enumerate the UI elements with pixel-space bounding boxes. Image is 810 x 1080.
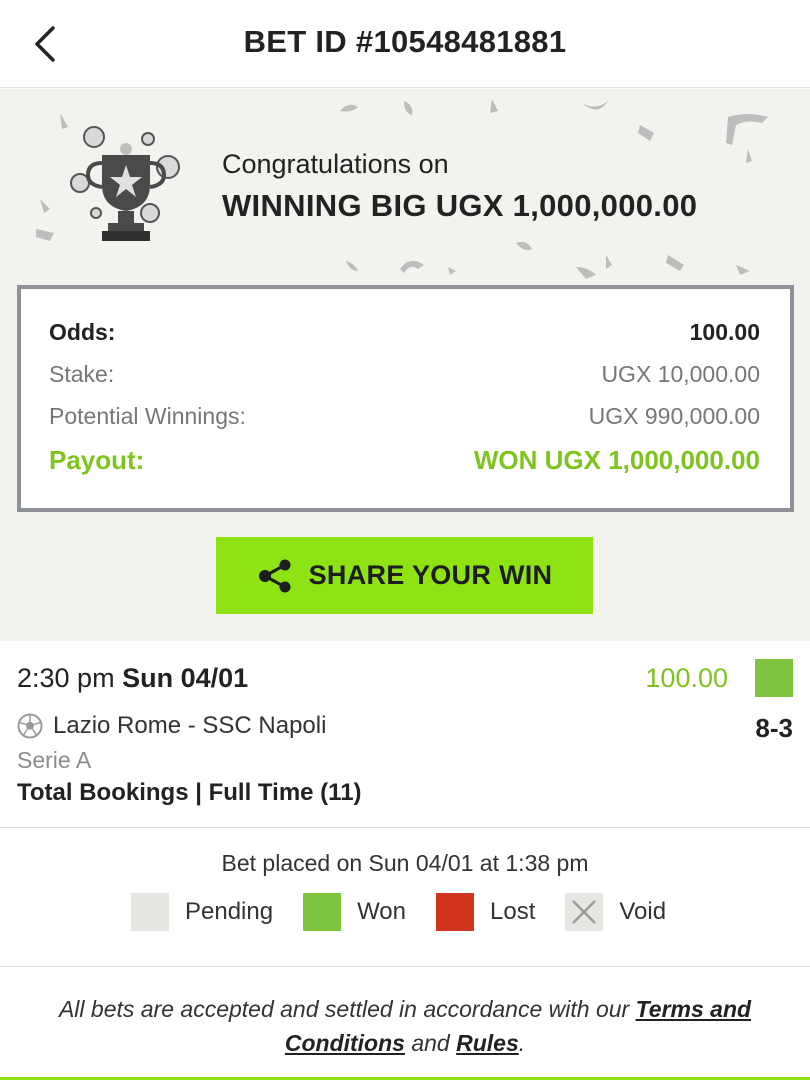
league-name: Serie A (17, 747, 92, 773)
odds-row: Odds: 100.00 (49, 319, 760, 346)
congrats-text: Congratulations on (222, 149, 449, 179)
status-legend: Pending Won Lost Void (131, 893, 696, 931)
legend-lost: Lost (436, 893, 535, 931)
terms-text-after: . (518, 1030, 526, 1056)
match-score: 8-3 (755, 713, 793, 743)
selection-status-indicator (755, 659, 793, 697)
bet-placed-section: Bet placed on Sun 04/01 at 1:38 pm Pendi… (0, 829, 810, 967)
share-icon (258, 559, 291, 592)
potential-winnings-value: UGX 990,000.00 (588, 403, 760, 429)
payout-label: Payout: (49, 445, 145, 475)
market-name: Total Bookings | Full Time (11) (17, 779, 362, 806)
bet-summary-card: Odds: 100.00 Stake: UGX 10,000.00 Potent… (17, 285, 794, 512)
match-teams: Lazio Rome - SSC Napoli (53, 712, 327, 739)
legend-label: Lost (490, 898, 536, 925)
payout-value: WON UGX 1,000,000.00 (473, 445, 760, 475)
stake-row: Stake: UGX 10,000.00 (49, 361, 760, 388)
terms-notice: All bets are accepted and settled in acc… (30, 992, 780, 1060)
lost-swatch (436, 893, 474, 931)
match-time: 2:30 pm (17, 663, 115, 693)
rules-link[interactable]: Rules (456, 1030, 519, 1056)
odds-value: 100.00 (689, 319, 760, 345)
share-button-label: SHARE YOUR WIN (308, 560, 553, 590)
legend-won: Won (303, 893, 406, 931)
legend-void: Void (565, 893, 666, 931)
stake-value: UGX 10,000.00 (601, 361, 760, 387)
legend-pending: Pending (131, 893, 273, 931)
payout-row: Payout: WON UGX 1,000,000.00 (49, 445, 760, 476)
soccer-ball-icon (17, 713, 43, 739)
match-row: Lazio Rome - SSC Napoli (17, 711, 326, 741)
terms-footer: All bets are accepted and settled in acc… (0, 968, 810, 1080)
void-cross-icon (572, 900, 597, 924)
legend-label: Pending (185, 898, 274, 925)
share-your-win-button[interactable]: SHARE YOUR WIN (216, 537, 593, 614)
stake-label: Stake: (49, 361, 115, 387)
win-hero: Congratulations on WINNING BIG UGX 1,000… (0, 89, 810, 641)
won-swatch (303, 893, 342, 931)
selection-odds: 100.00 (645, 663, 728, 693)
pending-swatch (131, 893, 169, 931)
terms-text-before: All bets are accepted and settled in acc… (58, 996, 636, 1022)
terms-text-middle: and (404, 1030, 457, 1056)
potential-winnings-label: Potential Winnings: (49, 403, 246, 429)
bet-placed-text: Bet placed on Sun 04/01 at 1:38 pm (221, 850, 589, 876)
void-swatch (565, 893, 604, 931)
win-amount-heading: WINNING BIG UGX 1,000,000.00 (222, 188, 698, 223)
match-date: Sun 04/01 (122, 663, 249, 693)
legend-label: Won (357, 898, 406, 925)
match-datetime: 2:30 pm Sun 04/01 (17, 661, 248, 695)
app-header: BET ID #10548481881 (0, 0, 810, 88)
page-title: BET ID #10548481881 (243, 24, 567, 59)
potential-winnings-row: Potential Winnings: UGX 990,000.00 (49, 403, 760, 430)
odds-label: Odds: (49, 319, 116, 345)
trophy-icon (70, 126, 180, 241)
bet-selection-item: 2:30 pm Sun 04/01 100.00 Lazio Rome - SS… (0, 641, 810, 828)
legend-label: Void (619, 898, 667, 925)
